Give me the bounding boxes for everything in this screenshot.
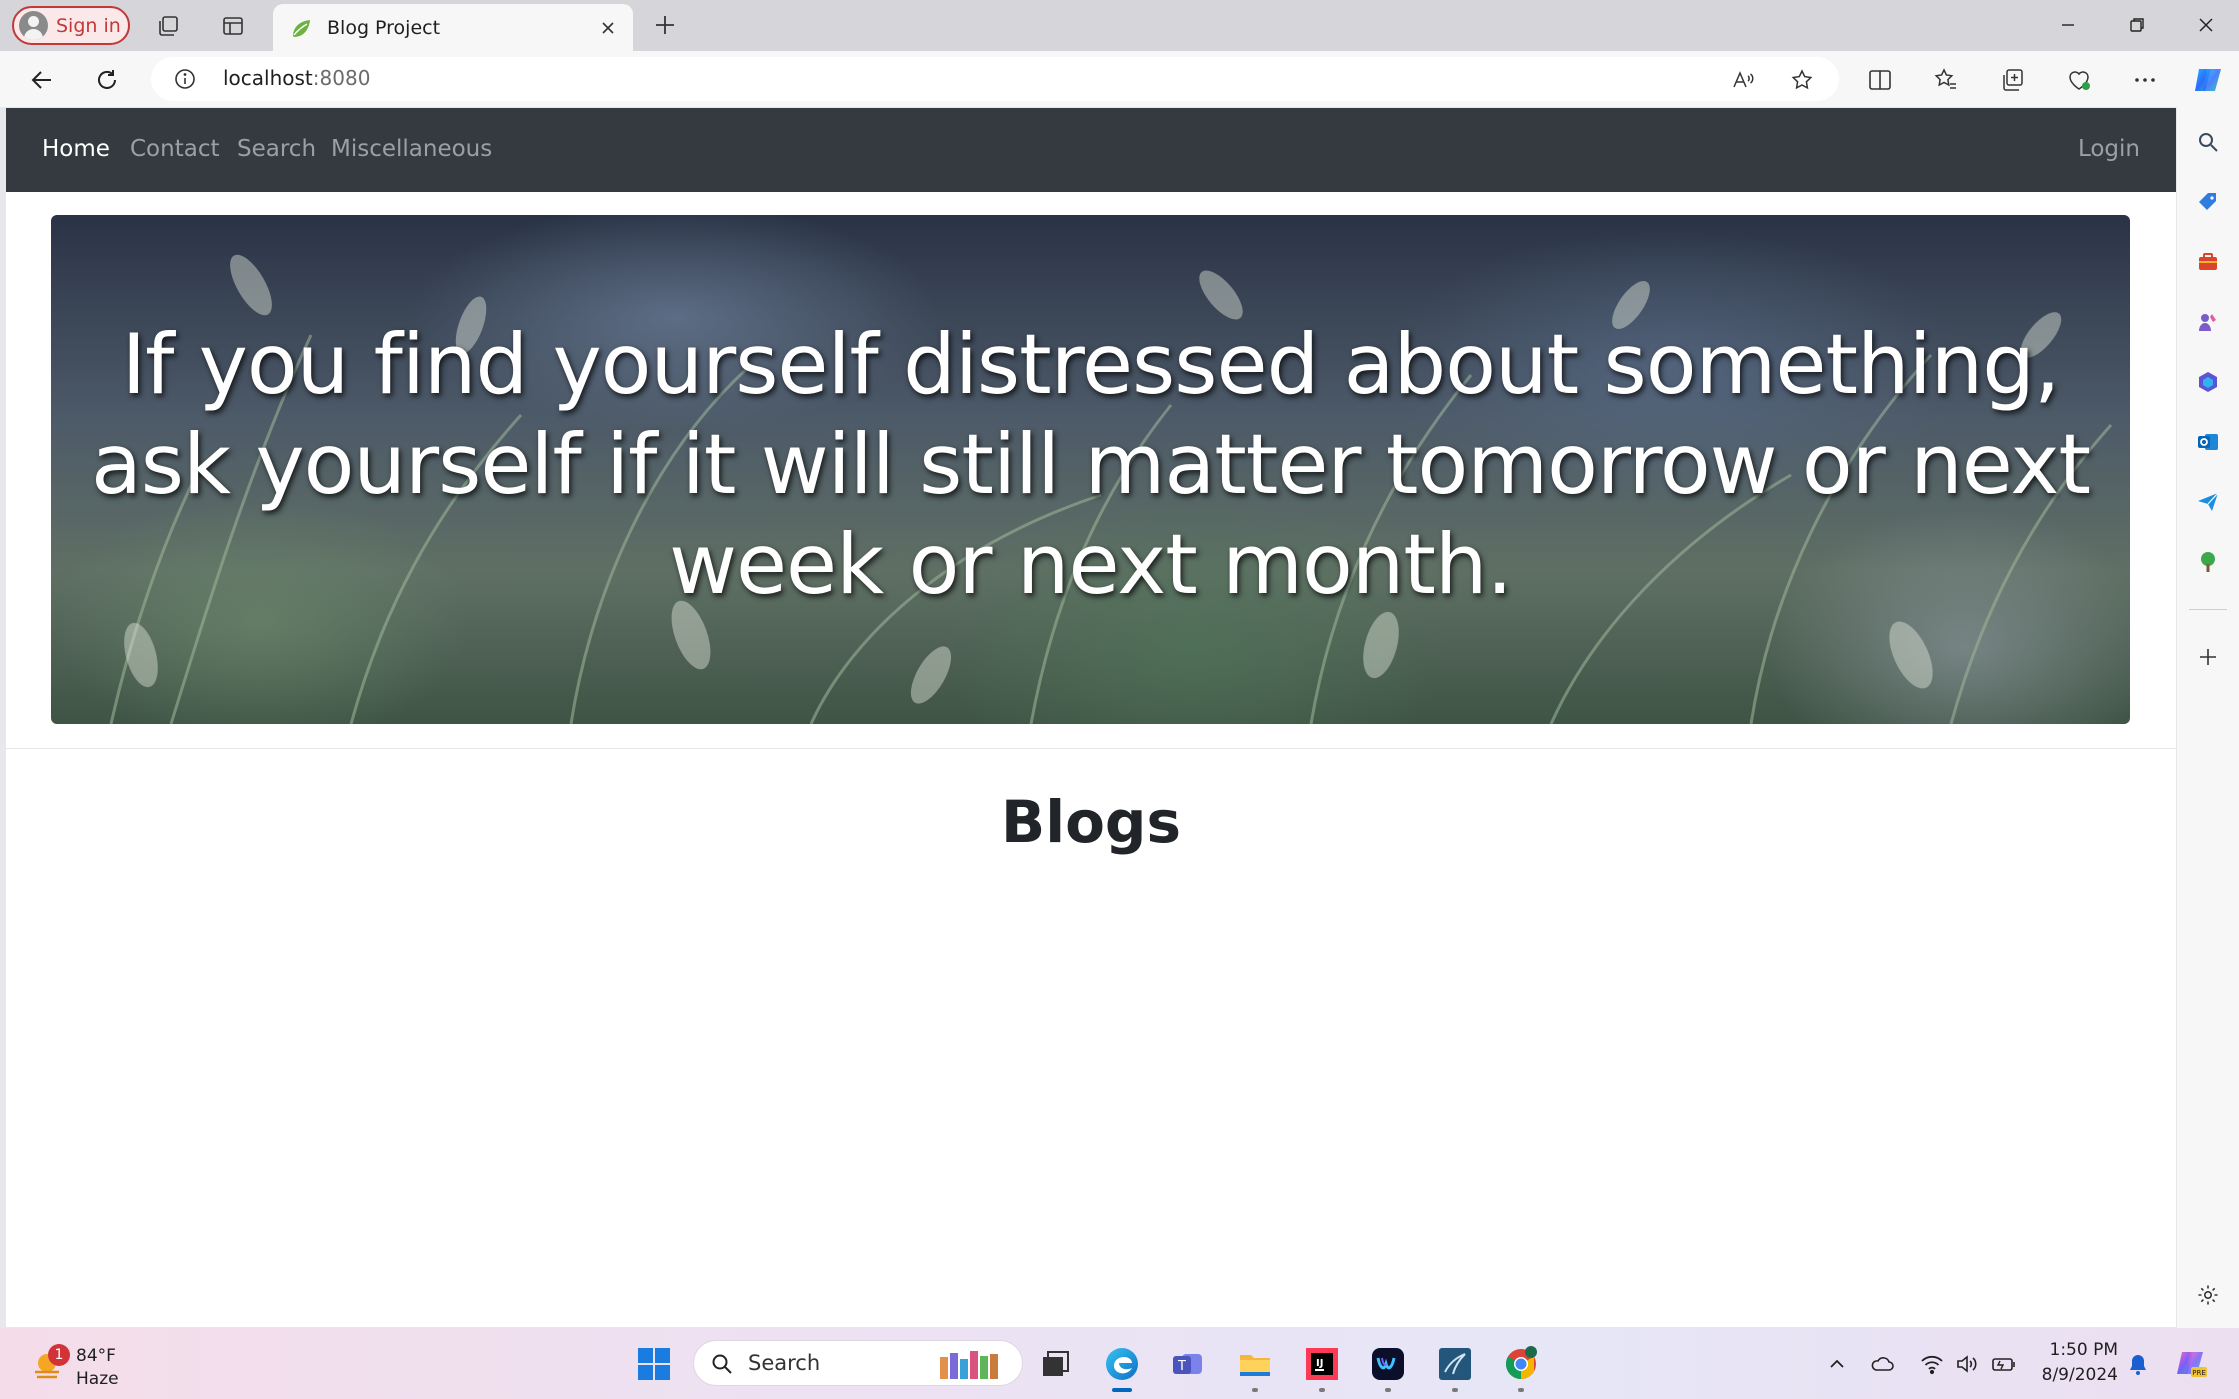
show-hidden-icons-chevron-icon[interactable] xyxy=(1823,1350,1851,1378)
close-tab-icon[interactable] xyxy=(595,15,621,41)
volume-icon[interactable] xyxy=(1953,1350,1981,1378)
more-options-icon[interactable] xyxy=(2129,64,2161,96)
nav-home-link[interactable]: Home xyxy=(42,136,110,162)
hero-quote: If you find yourself distressed about so… xyxy=(90,316,2091,613)
intellij-icon[interactable]: IJ xyxy=(1302,1344,1342,1392)
intellij-running-indicator xyxy=(1319,1388,1325,1392)
site-info-icon[interactable] xyxy=(173,67,197,91)
page-viewport: Home Contact Search Miscellaneous Login xyxy=(6,108,2176,1327)
tree-icon[interactable] xyxy=(2193,547,2223,577)
nav-search-link[interactable]: Search xyxy=(237,136,316,162)
sidebar-settings-icon[interactable] xyxy=(2193,1280,2223,1310)
browser-tab-active[interactable]: Blog Project xyxy=(273,4,633,51)
workspaces-icon[interactable] xyxy=(154,11,184,41)
browser-toolbar: localhost:8080 xyxy=(0,51,2239,107)
site-navbar: Home Contact Search Miscellaneous Login xyxy=(6,108,2176,192)
back-icon[interactable] xyxy=(26,64,58,96)
windows-taskbar: 1 84°F Haze Search T IJ 1:50 PM 8/9/2024… xyxy=(0,1328,2239,1399)
edge-sidebar xyxy=(2177,107,2239,1328)
add-sidebar-app-icon[interactable] xyxy=(2193,642,2223,672)
sidebar-divider xyxy=(2189,609,2227,610)
read-aloud-icon[interactable] xyxy=(1729,66,1757,94)
favorite-star-icon[interactable] xyxy=(1788,66,1816,94)
tools-briefcase-icon[interactable] xyxy=(2193,247,2223,277)
notifications-bell-icon[interactable] xyxy=(2124,1350,2152,1378)
restore-icon[interactable] xyxy=(2112,10,2162,40)
task-view-icon[interactable] xyxy=(1035,1344,1075,1384)
weather-condition: Haze xyxy=(76,1369,119,1389)
copilot-taskbar-icon[interactable]: PRE xyxy=(2174,1346,2208,1380)
sign-in-button[interactable]: Sign in xyxy=(12,6,130,45)
games-icon[interactable] xyxy=(2193,307,2223,337)
sidebar-search-icon[interactable] xyxy=(2193,127,2223,157)
workbench-running-indicator xyxy=(1452,1388,1458,1392)
svg-text:PRE: PRE xyxy=(2192,1369,2206,1377)
shopping-tag-icon[interactable] xyxy=(2193,187,2223,217)
send-icon[interactable] xyxy=(2193,487,2223,517)
split-screen-icon[interactable] xyxy=(1864,64,1896,96)
refresh-icon[interactable] xyxy=(91,64,123,96)
section-divider xyxy=(6,748,2176,749)
webex-icon[interactable] xyxy=(1368,1344,1408,1392)
wifi-icon[interactable] xyxy=(1918,1350,1946,1378)
sign-in-label: Sign in xyxy=(56,14,121,37)
hero-banner: If you find yourself distressed about so… xyxy=(51,215,2130,724)
chrome-running-indicator xyxy=(1518,1388,1524,1392)
edge-taskbar-icon[interactable] xyxy=(1102,1344,1142,1392)
favorites-icon[interactable] xyxy=(1930,64,1962,96)
webex-running-indicator xyxy=(1385,1388,1391,1392)
taskbar-search-label: Search xyxy=(748,1351,821,1375)
clock-time: 1:50 PM xyxy=(2049,1340,2119,1360)
edge-active-indicator xyxy=(1112,1388,1132,1392)
chrome-icon[interactable] xyxy=(1501,1344,1541,1392)
nav-login-link[interactable]: Login xyxy=(2078,136,2140,162)
taskbar-search-box[interactable]: Search xyxy=(693,1340,1023,1386)
mysql-workbench-icon[interactable] xyxy=(1435,1344,1475,1392)
url-port: :8080 xyxy=(312,66,371,90)
copilot-icon[interactable] xyxy=(2190,62,2226,98)
spring-leaf-icon xyxy=(293,19,310,37)
onedrive-cloud-icon[interactable] xyxy=(1868,1350,1896,1378)
blogs-heading: Blogs xyxy=(1001,788,1181,856)
battery-icon[interactable] xyxy=(1990,1350,2018,1378)
system-clock[interactable]: 1:50 PM 8/9/2024 xyxy=(2018,1338,2118,1388)
search-highlight-books-icon xyxy=(940,1351,998,1379)
outlook-icon[interactable] xyxy=(2193,427,2223,457)
nav-miscellaneous-link[interactable]: Miscellaneous xyxy=(331,136,492,162)
profile-avatar-icon xyxy=(19,11,48,40)
new-tab-icon[interactable] xyxy=(650,10,680,40)
browser-titlebar: Sign in Blog Project xyxy=(0,0,2239,51)
vertical-tabs-icon[interactable] xyxy=(218,11,248,41)
browser-essentials-icon[interactable] xyxy=(2063,64,2095,96)
svg-text:T: T xyxy=(1177,1359,1186,1374)
close-window-icon[interactable] xyxy=(2181,10,2231,40)
weather-widget[interactable]: 1 84°F Haze xyxy=(26,1338,136,1390)
tab-title: Blog Project xyxy=(327,16,441,39)
minimize-icon[interactable] xyxy=(2043,10,2093,40)
teams-icon[interactable]: T xyxy=(1168,1344,1208,1384)
weather-temperature: 84°F xyxy=(76,1346,116,1366)
address-bar[interactable]: localhost:8080 xyxy=(151,57,1839,101)
weather-alert-badge: 1 xyxy=(48,1344,70,1366)
file-explorer-icon[interactable] xyxy=(1235,1344,1275,1392)
m365-icon[interactable] xyxy=(2193,367,2223,397)
clock-date: 8/9/2024 xyxy=(2041,1365,2118,1385)
explorer-running-indicator xyxy=(1252,1388,1258,1392)
start-windows-icon[interactable] xyxy=(634,1344,674,1384)
url-host: localhost xyxy=(223,66,313,90)
svg-text:IJ: IJ xyxy=(1316,1358,1323,1369)
collections-icon[interactable] xyxy=(1997,64,2029,96)
nav-contact-link[interactable]: Contact xyxy=(130,136,219,162)
url-text: localhost:8080 xyxy=(223,66,370,90)
taskbar-search-icon xyxy=(712,1354,732,1374)
